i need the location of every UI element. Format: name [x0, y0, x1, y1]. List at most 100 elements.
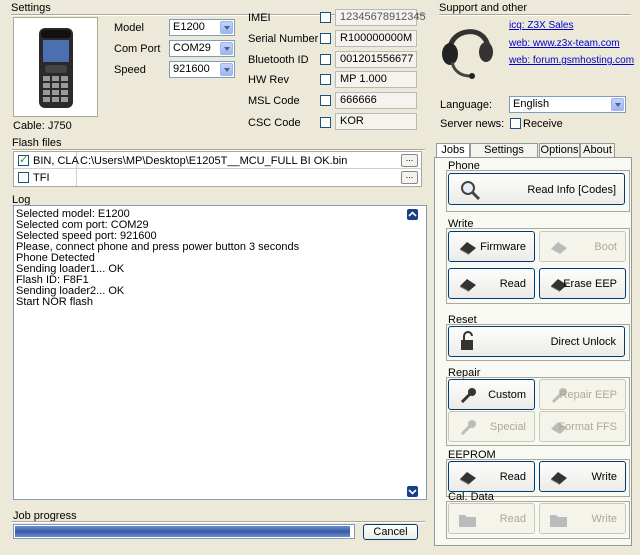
cancel-button[interactable]: Cancel — [363, 524, 418, 540]
hw-rev-label: HW Rev — [248, 74, 289, 86]
bin-checkbox[interactable] — [18, 153, 29, 166]
cal-write-label: Write — [591, 513, 617, 525]
log-line: Start NOR flash — [16, 296, 94, 308]
language-value: English — [513, 98, 550, 110]
chip-read-icon — [460, 279, 476, 292]
speed-label: Speed — [114, 64, 146, 76]
csc-label: CSC Code — [248, 117, 301, 129]
csc-field[interactable]: KOR — [335, 113, 417, 130]
serial-checkbox[interactable] — [320, 33, 331, 44]
model-label: Model — [114, 22, 144, 34]
tab-options[interactable]: Options — [539, 143, 580, 157]
eeprom-read-button[interactable]: Read — [448, 461, 535, 492]
hw-rev-checkbox[interactable] — [320, 74, 331, 85]
scroll-down-icon[interactable] — [407, 486, 418, 497]
imei-checkbox[interactable] — [320, 12, 331, 23]
tfi-browse-button[interactable]: ... — [401, 171, 418, 184]
read-info-button[interactable]: Read Info [Codes] — [448, 173, 625, 205]
boot-label: Boot — [594, 241, 617, 253]
support-divider — [439, 14, 631, 16]
custom-label: Custom — [488, 389, 526, 401]
boot-button[interactable]: Boot — [539, 231, 626, 262]
folder-read-icon — [459, 515, 476, 527]
magnifier-icon — [461, 181, 481, 201]
csc-checkbox[interactable] — [320, 117, 331, 128]
custom-button[interactable]: Custom — [448, 379, 535, 410]
firmware-button[interactable]: Firmware — [448, 231, 535, 262]
com-port-select[interactable]: COM29 — [169, 40, 235, 57]
bluetooth-field[interactable]: 001201556677 — [335, 51, 417, 68]
folder-write-icon — [550, 515, 567, 527]
repair-eep-button[interactable]: Repair EEP — [539, 379, 626, 410]
read-button[interactable]: Read — [448, 268, 535, 299]
msl-label: MSL Code — [248, 95, 300, 107]
erase-eep-button[interactable]: Erase EEP — [539, 268, 626, 299]
format-ffs-label: Format FFS — [558, 421, 617, 433]
chip-write-icon — [460, 242, 476, 255]
msl-checkbox[interactable] — [320, 95, 331, 106]
tab-jobs[interactable]: Jobs — [436, 143, 470, 158]
chevron-down-icon[interactable] — [220, 42, 233, 55]
bin-label: BIN, CLA — [33, 155, 79, 167]
bin-path: C:\Users\MP\Desktop\E1205T__MCU_FULL BI … — [80, 155, 348, 167]
com-port-label: Com Port — [114, 43, 161, 55]
chip-boot-icon — [551, 242, 567, 254]
bluetooth-label: Bluetooth ID — [248, 54, 309, 66]
firmware-label: Firmware — [480, 241, 526, 253]
phone-image-icon — [39, 28, 73, 108]
com-port-value: COM29 — [173, 42, 211, 54]
eeprom-write-label: Write — [591, 471, 617, 483]
bluetooth-checkbox[interactable] — [320, 54, 331, 65]
chip-write-icon — [551, 472, 567, 485]
settings-title: Settings — [11, 2, 51, 14]
eeprom-write-button[interactable]: Write — [539, 461, 626, 492]
chevron-down-icon[interactable] — [611, 98, 624, 111]
special-button[interactable]: Special — [448, 411, 535, 442]
cable-label: Cable: J750 — [13, 120, 72, 132]
eeprom-read-label: Read — [499, 471, 526, 483]
model-value: E1200 — [173, 21, 205, 33]
read-label: Read — [499, 278, 526, 290]
direct-unlock-button[interactable]: Direct Unlock — [448, 326, 625, 357]
cal-read-button[interactable]: Read — [448, 503, 535, 534]
cal-read-label: Read — [499, 513, 526, 525]
log-lines: Selected model: E1200 Selected com port:… — [14, 209, 299, 308]
chevron-down-icon[interactable] — [220, 21, 233, 34]
language-label: Language: — [440, 99, 492, 111]
chip-read-icon — [460, 472, 476, 485]
scroll-up-icon[interactable] — [407, 209, 418, 220]
hw-rev-field[interactable]: MP 1.000 — [335, 71, 417, 88]
job-divider — [12, 521, 425, 523]
receive-label: Receive — [523, 118, 563, 130]
server-news-label: Server news: — [440, 118, 505, 130]
model-select[interactable]: E1200 — [169, 19, 235, 36]
serial-field[interactable]: R100000000M — [335, 30, 417, 47]
forum-link[interactable]: web: forum.gsmhosting.com — [509, 55, 634, 66]
read-info-label: Read Info [Codes] — [527, 184, 616, 196]
icq-link[interactable]: icq: Z3X Sales — [509, 20, 573, 31]
progress-bar — [13, 524, 355, 539]
erase-eep-label: Erase EEP — [563, 278, 617, 290]
chevron-down-icon[interactable] — [220, 63, 233, 76]
log-area[interactable]: Selected model: E1200 Selected com port:… — [13, 205, 427, 500]
imei-label: IMEI — [248, 12, 271, 24]
speed-select[interactable]: 921600 — [169, 61, 235, 78]
language-select[interactable]: English — [509, 96, 626, 113]
bin-browse-button[interactable]: ... — [401, 154, 418, 167]
flash-title: Flash files — [12, 137, 62, 149]
wrench-icon — [460, 420, 476, 435]
padlock-icon — [461, 331, 473, 350]
imei-field[interactable]: 12345678912345 — [335, 9, 426, 26]
receive-checkbox[interactable] — [510, 118, 521, 129]
direct-unlock-label: Direct Unlock — [550, 336, 616, 348]
cal-write-button[interactable]: Write — [539, 503, 626, 534]
tfi-checkbox[interactable] — [18, 172, 29, 183]
tab-settings-model[interactable]: Settings model — [470, 143, 538, 169]
format-ffs-button[interactable]: Format FFS — [539, 411, 626, 442]
website-link[interactable]: web: www.z3x-team.com — [509, 38, 620, 49]
tab-about[interactable]: About — [580, 143, 615, 157]
speed-value: 921600 — [173, 63, 210, 75]
serial-label: Serial Number — [248, 33, 319, 45]
msl-field[interactable]: 666666 — [335, 92, 417, 109]
progress-fill — [15, 526, 350, 537]
